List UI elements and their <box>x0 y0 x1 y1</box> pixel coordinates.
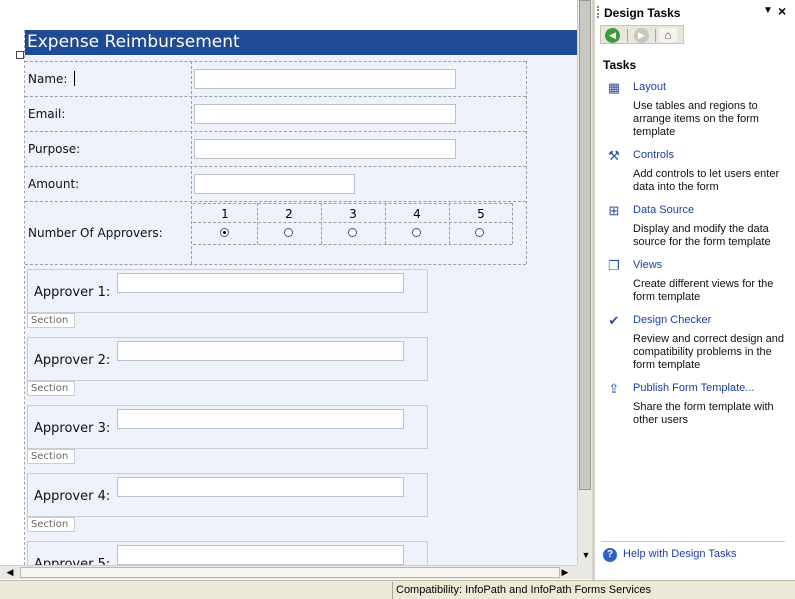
approvers-radio-2[interactable] <box>284 228 293 237</box>
purpose-input[interactable] <box>194 139 456 159</box>
approver-2-input[interactable] <box>117 341 404 361</box>
publish-icon: ⇪ <box>608 381 620 396</box>
scroll-left-arrow-icon[interactable]: ◀ <box>3 566 17 579</box>
radio-option-label: 5 <box>477 207 485 221</box>
task-description: Add controls to let users enter data int… <box>633 168 780 193</box>
radio-option-label: 3 <box>349 207 357 221</box>
task-pane-menu-icon[interactable]: ▼ <box>763 5 773 16</box>
table-border-bottom <box>25 264 526 265</box>
approver-1-input[interactable] <box>117 273 404 293</box>
approver-1-section[interactable]: Approver 1: <box>27 269 428 313</box>
tasks-heading: Tasks <box>603 58 637 72</box>
scroll-down-arrow-icon[interactable]: ▼ <box>580 549 592 561</box>
task-pane-header: Design Tasks ▼ × <box>595 0 795 22</box>
task-description: Create different views for the form temp… <box>633 278 774 303</box>
section-tag[interactable]: Section <box>27 517 75 532</box>
controls-icon: ⚒ <box>608 148 620 163</box>
section-tag[interactable]: Section <box>27 313 75 328</box>
form-title-bar[interactable]: Expense Reimbursement <box>25 30 577 55</box>
radio-grid-bottom <box>193 244 512 245</box>
home-icon[interactable]: ⌂ <box>659 28 677 43</box>
approver-4-section[interactable]: Approver 4: <box>27 473 428 517</box>
approver-4-input[interactable] <box>117 477 404 497</box>
approver-2-label: Approver 2: <box>34 353 111 368</box>
controls-link[interactable]: Controls <box>633 149 674 161</box>
table-border-right <box>526 61 527 264</box>
task-description: Use tables and regions to arrange items … <box>633 100 759 138</box>
text-cursor <box>74 71 75 86</box>
task-pane-nav-toolbar: ◀ ▶ ⌂ <box>600 25 684 44</box>
approver-2-section[interactable]: Approver 2: <box>27 337 428 381</box>
name-input[interactable] <box>194 69 456 89</box>
approver-4-label: Approver 4: <box>34 489 111 504</box>
radio-grid-top <box>193 203 512 204</box>
email-input[interactable] <box>194 104 456 124</box>
purpose-label: Purpose: <box>28 142 81 156</box>
approvers-radio-1[interactable] <box>220 228 229 237</box>
amount-input[interactable] <box>194 174 355 194</box>
approver-5-label: Approver 5: <box>34 557 111 565</box>
help-link[interactable]: Help with Design Tasks <box>623 548 737 560</box>
design-checker-link[interactable]: Design Checker <box>633 314 711 326</box>
task-pane-divider <box>601 541 785 542</box>
approver-5-section[interactable]: Approver 5: <box>27 541 428 565</box>
design-checker-icon: ✔ <box>608 313 620 328</box>
layout-icon: ▦ <box>607 80 621 95</box>
radio-option-label: 2 <box>285 207 293 221</box>
approvers-radio-4[interactable] <box>412 228 421 237</box>
data-source-icon: ⊞ <box>608 203 620 218</box>
section-tag[interactable]: Section <box>27 449 75 464</box>
scrollbar-corner <box>577 565 592 579</box>
data-source-link[interactable]: Data Source <box>633 204 694 216</box>
table-row-divider <box>25 166 526 167</box>
approvers-radio-3[interactable] <box>348 228 357 237</box>
views-icon: ❐ <box>608 258 620 273</box>
radio-grid-middle <box>193 222 512 223</box>
help-icon[interactable]: ? <box>603 548 617 562</box>
approver-5-input[interactable] <box>117 545 404 565</box>
forward-icon[interactable]: ▶ <box>634 28 649 43</box>
design-tasks-pane: Design Tasks ▼ × ◀ ▶ ⌂ Tasks ▦ Layout Us… <box>592 0 795 580</box>
compatibility-status[interactable]: Compatibility: InfoPath and InfoPath For… <box>392 582 795 599</box>
table-border-top <box>25 61 526 62</box>
selection-handle[interactable] <box>16 51 24 59</box>
task-description: Share the form template with other users <box>633 401 774 426</box>
table-row-divider <box>25 96 526 97</box>
close-icon[interactable]: × <box>778 3 786 19</box>
approvers-count-label: Number Of Approvers: <box>28 226 163 240</box>
vertical-scroll-thumb[interactable] <box>579 0 591 490</box>
section-tag[interactable]: Section <box>27 381 75 396</box>
email-label: Email: <box>28 107 66 121</box>
grip-icon[interactable] <box>597 6 599 18</box>
form-title: Expense Reimbursement <box>27 32 240 52</box>
approver-1-label: Approver 1: <box>34 285 111 300</box>
task-description: Display and modify the data source for t… <box>633 223 771 248</box>
horizontal-scrollbar[interactable]: ◀ ▶ <box>0 565 577 579</box>
name-label: Name: <box>28 72 68 86</box>
scroll-right-arrow-icon[interactable]: ▶ <box>558 566 572 579</box>
status-bar: Compatibility: InfoPath and InfoPath For… <box>0 580 795 599</box>
toolbar-separator <box>655 29 656 42</box>
layout-link[interactable]: Layout <box>633 81 666 93</box>
horizontal-scroll-thumb[interactable] <box>20 567 560 578</box>
task-description: Review and correct design and compatibil… <box>633 333 785 371</box>
toolbar-separator <box>627 29 628 42</box>
table-row-divider <box>25 131 526 132</box>
publish-link[interactable]: Publish Form Template... <box>633 382 754 394</box>
vertical-scrollbar[interactable]: ▼ <box>577 0 592 565</box>
radio-option-label: 1 <box>221 207 229 221</box>
back-icon[interactable]: ◀ <box>605 28 620 43</box>
approver-3-input[interactable] <box>117 409 404 429</box>
task-pane-title: Design Tasks <box>604 6 681 20</box>
table-column-divider <box>191 61 192 264</box>
radio-option-label: 4 <box>413 207 421 221</box>
table-row-divider <box>25 201 526 202</box>
approver-3-label: Approver 3: <box>34 421 111 436</box>
approvers-radio-5[interactable] <box>475 228 484 237</box>
views-link[interactable]: Views <box>633 259 662 271</box>
amount-label: Amount: <box>28 177 80 191</box>
approver-3-section[interactable]: Approver 3: <box>27 405 428 449</box>
form-design-canvas[interactable]: Expense Reimbursement Name: Email: Purpo… <box>0 0 577 565</box>
